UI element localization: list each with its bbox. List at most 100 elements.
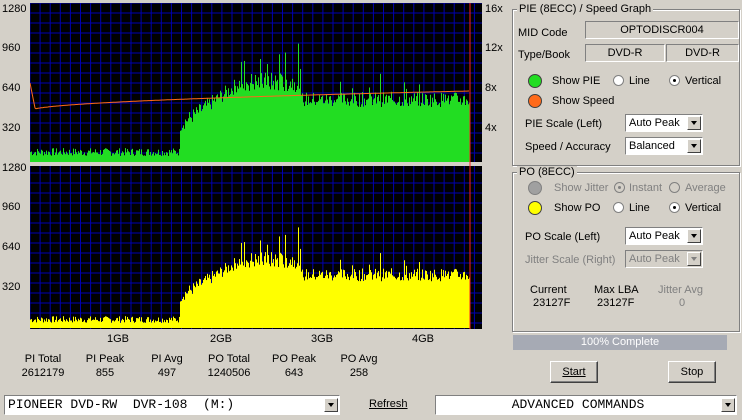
po-bar: [213, 275, 214, 328]
pie-bar: [177, 153, 178, 162]
speed-label: 4x: [485, 122, 497, 134]
po-bar: [88, 318, 89, 328]
pie-bar: [179, 148, 180, 162]
po-bar: [122, 318, 123, 328]
pie-bar: [262, 83, 263, 162]
speed-label: 16x: [485, 3, 503, 15]
start-button[interactable]: Start: [550, 361, 598, 383]
pie-bar: [319, 94, 320, 162]
po-bar: [103, 317, 104, 328]
pie-bar: [462, 102, 463, 162]
po-bar: [468, 278, 469, 328]
pie-bar: [166, 152, 167, 162]
po-bar: [407, 278, 408, 328]
po-bar: [223, 272, 224, 328]
po-bar: [254, 266, 255, 328]
po-bar: [452, 272, 453, 328]
pie-bar: [41, 149, 42, 162]
po-bar: [62, 321, 63, 328]
po-bar: [363, 280, 364, 328]
po-bar: [256, 259, 257, 328]
po-bar: [224, 270, 225, 328]
pie-bar: [335, 102, 336, 162]
pie-bar: [224, 94, 225, 162]
chevron-down-icon[interactable]: [721, 398, 735, 412]
pie-bar: [65, 154, 66, 162]
pie-bar: [427, 98, 428, 162]
show-speed-label[interactable]: Show Speed: [552, 95, 614, 107]
pie-bar: [442, 100, 443, 162]
pie-line-radio[interactable]: [613, 75, 624, 86]
commands-select[interactable]: ADVANCED COMMANDS: [435, 395, 737, 415]
po-bar: [176, 321, 177, 328]
pie-bar: [239, 80, 240, 162]
po-bar: [345, 276, 346, 328]
po-bar: [393, 276, 394, 328]
pie-bar: [54, 155, 55, 162]
pie-color-swatch[interactable]: [528, 74, 542, 88]
pie-bar: [254, 89, 255, 162]
po-bar: [239, 259, 240, 328]
po-bar: [389, 271, 390, 328]
po-bar: [387, 277, 388, 328]
pie-bar: [42, 150, 43, 162]
po-bar: [449, 278, 450, 328]
pie-bar: [249, 90, 250, 162]
pie-bar: [48, 151, 49, 162]
stop-button[interactable]: Stop: [668, 361, 716, 383]
show-po-label[interactable]: Show PO: [554, 202, 600, 214]
chevron-down-icon[interactable]: [324, 398, 338, 412]
po-bar: [411, 272, 412, 328]
po-bar: [419, 262, 420, 328]
po-bar: [401, 280, 402, 328]
speed-accuracy-select[interactable]: Balanced: [625, 137, 703, 155]
po-color-swatch[interactable]: [528, 201, 542, 215]
pie-bar: [119, 148, 120, 162]
pie-bar: [287, 90, 288, 162]
po-bar: [462, 277, 463, 328]
po-bar: [133, 321, 134, 328]
po-line-radio[interactable]: [613, 202, 624, 213]
po-bar: [370, 269, 371, 328]
pie-scale-select[interactable]: Auto Peak: [625, 114, 703, 132]
progress-text: 100% Complete: [580, 336, 660, 348]
po-bar: [182, 298, 183, 328]
drive-select[interactable]: PIONEER DVD-RW DVR-108 (M:): [4, 395, 340, 415]
pie-vertical-radio[interactable]: [669, 75, 680, 86]
po-bar: [74, 321, 75, 328]
pie-bar: [277, 79, 278, 162]
po-bar: [128, 318, 129, 328]
po-bar: [245, 267, 246, 328]
po-bar: [135, 321, 136, 328]
pie-bar: [352, 88, 353, 162]
speed-color-swatch[interactable]: [528, 94, 542, 108]
po-bar: [173, 316, 174, 328]
po-bar: [264, 256, 265, 328]
pie-bar: [415, 101, 416, 162]
po-bar: [309, 278, 310, 328]
po-bar: [159, 321, 160, 328]
po-scale-select[interactable]: Auto Peak: [625, 227, 703, 245]
pie-bar: [107, 149, 108, 162]
po-bar: [91, 320, 92, 328]
chevron-down-icon[interactable]: [687, 229, 701, 243]
chevron-down-icon[interactable]: [687, 116, 701, 130]
po-bar: [463, 272, 464, 328]
po-vertical-radio[interactable]: [669, 202, 680, 213]
pie-bar: [417, 92, 418, 162]
pie-bar: [365, 105, 366, 162]
pie-bar: [330, 96, 331, 162]
chevron-down-icon[interactable]: [687, 139, 701, 153]
po-bar: [49, 319, 50, 328]
pie-bar: [422, 93, 423, 162]
show-pie-label[interactable]: Show PIE: [552, 75, 600, 87]
po-bar: [365, 279, 366, 328]
pie-bar: [110, 151, 111, 162]
pie-bar: [66, 151, 67, 162]
po-bar: [429, 279, 430, 328]
pie-bar: [75, 148, 76, 162]
pie-bar: [132, 148, 133, 162]
po-bar: [172, 320, 173, 328]
stat-label-po-total: PO Total: [208, 353, 250, 365]
refresh-link[interactable]: Refresh: [369, 398, 408, 410]
